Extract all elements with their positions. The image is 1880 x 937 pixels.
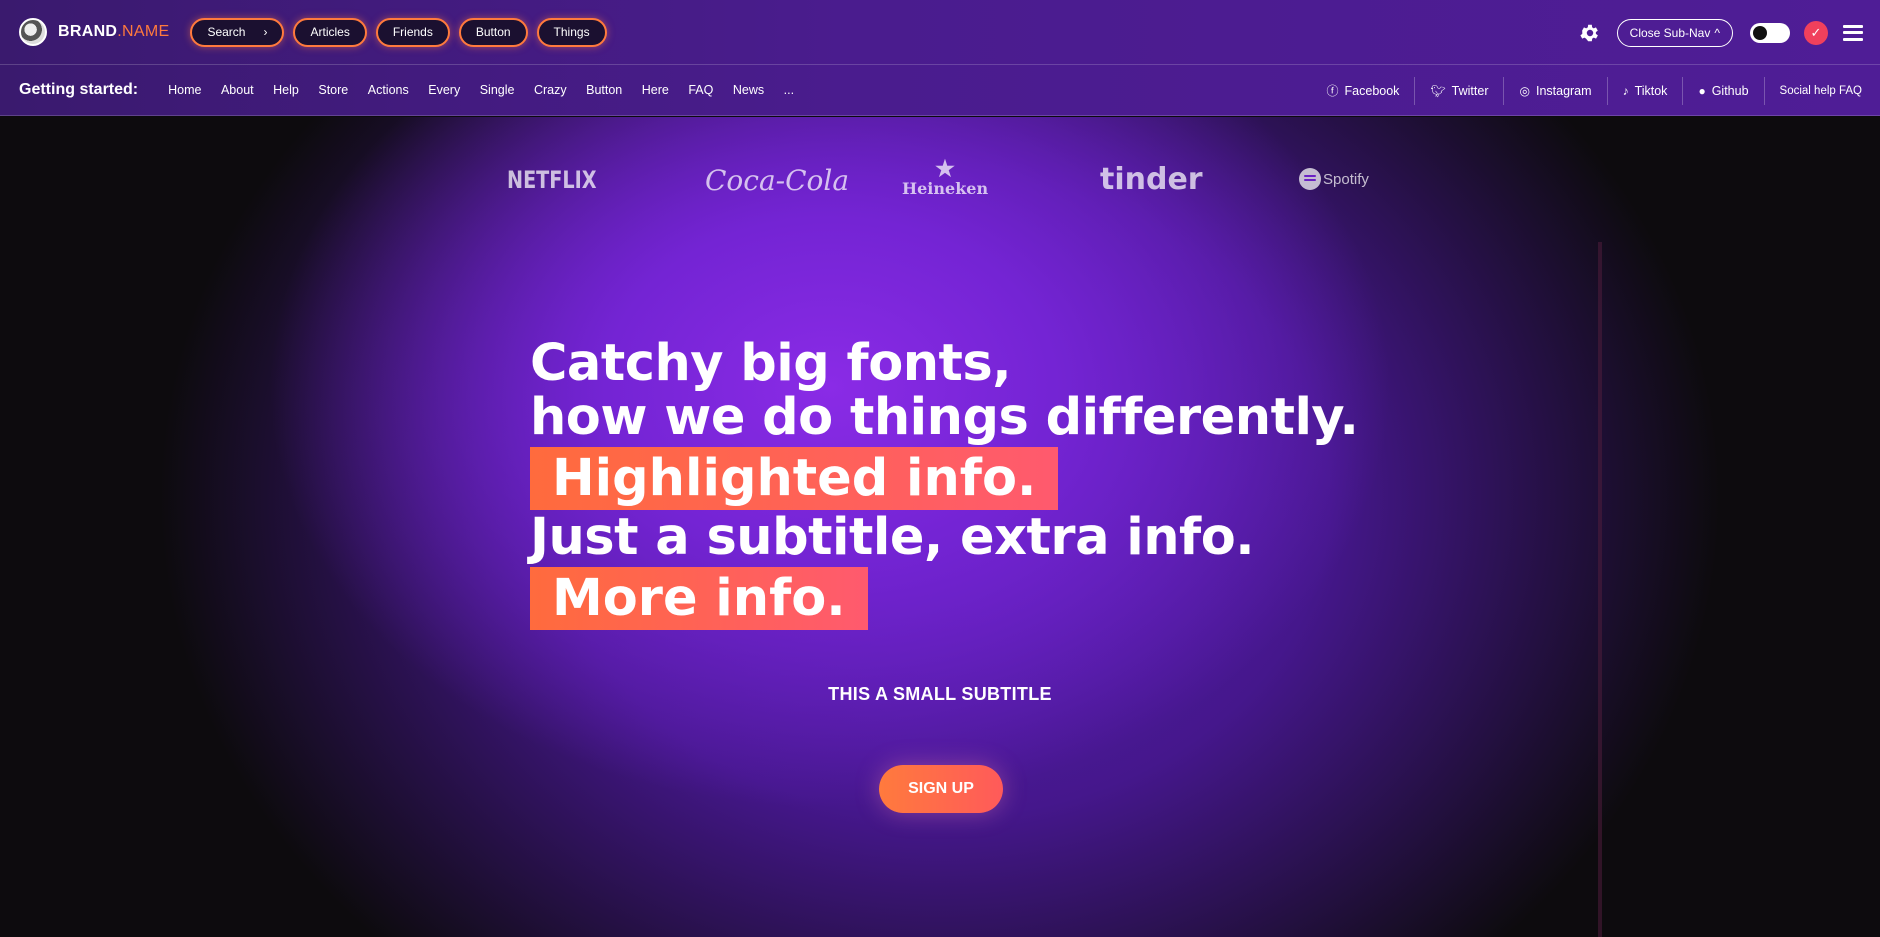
subnav-link-home[interactable]: Home	[168, 83, 201, 97]
close-subnav-button[interactable]: Close Sub-Nav ^	[1616, 18, 1733, 47]
tiktok-link[interactable]: ♪ Tiktok	[1608, 76, 1684, 105]
subnav-link-news[interactable]: News	[733, 83, 764, 97]
instagram-label: Instagram	[1535, 83, 1592, 98]
subnav-link-crazy[interactable]: Crazy	[534, 83, 567, 97]
subnav-link-faq[interactable]: FAQ	[688, 83, 713, 97]
sign-up-button[interactable]: SIGN UP	[879, 765, 1003, 813]
headline-highlight-2: More info.	[530, 567, 868, 630]
github-link[interactable]: ● Github	[1683, 76, 1765, 105]
hamburger-menu-icon[interactable]	[1843, 24, 1863, 41]
facebook-link[interactable]: ⓕ Facebook	[1312, 76, 1416, 105]
headline-line-3: Just a subtitle, extra info.	[530, 508, 1255, 567]
button-pill-label: Button	[475, 25, 511, 39]
friends-pill-label: Friends	[392, 25, 433, 39]
subnav-link-button[interactable]: Button	[586, 83, 622, 97]
check-icon[interactable]: ✓	[1804, 20, 1828, 45]
subnav-link-more[interactable]: ...	[784, 83, 794, 97]
facebook-label: Facebook	[1344, 83, 1400, 98]
cocacola-logo: Coca-Cola	[705, 164, 850, 197]
gear-icon[interactable]	[1579, 22, 1601, 44]
subnav-link-about[interactable]: About	[221, 83, 254, 97]
tinder-logo: tinder	[1100, 162, 1203, 197]
top-right-controls: Close Sub-Nav ^ ✓	[1579, 0, 1880, 65]
github-icon: ●	[1698, 83, 1706, 98]
friends-pill-button[interactable]: Friends	[375, 17, 450, 47]
facebook-icon: ⓕ	[1326, 84, 1339, 98]
twitter-icon: 🐦︎	[1430, 83, 1446, 98]
star-icon: ★	[935, 156, 955, 182]
toggle-knob	[1753, 25, 1767, 40]
spotify-logo-text: Spotify	[1323, 170, 1369, 188]
headline-line-1: Catchy big fonts,	[530, 334, 1012, 393]
subnav-title: Getting started:	[19, 81, 139, 98]
button-pill-button[interactable]: Button	[458, 17, 528, 47]
subnav-link-actions[interactable]: Actions	[368, 83, 409, 97]
twitter-link[interactable]: 🐦︎ Twitter	[1415, 76, 1505, 105]
brand-name: BRAND.NAME	[58, 23, 169, 41]
social-help-faq-link[interactable]: Social help FAQ	[1765, 77, 1880, 105]
theme-toggle[interactable]	[1750, 22, 1790, 43]
subnav-link-every[interactable]: Every	[428, 83, 460, 97]
subnav-links: Home About Help Store Actions Every Sing…	[168, 83, 813, 97]
heineken-logo-text: Heineken	[902, 179, 989, 198]
github-label: Github	[1711, 83, 1749, 98]
headline-highlight-1: Highlighted info.	[530, 447, 1059, 510]
avatar	[19, 18, 47, 46]
tiktok-icon: ♪	[1622, 83, 1629, 98]
articles-pill-button[interactable]: Articles	[293, 17, 367, 47]
hero-section: NETFLIX Coca-Cola ★ Heineken tinder Spot…	[0, 117, 1880, 937]
things-pill-label: Things	[553, 25, 590, 39]
search-pill-label: Search	[207, 25, 246, 39]
brand-name-main: BRAND	[58, 23, 118, 40]
hero-headline: Catchy big fonts, how we do things diffe…	[530, 334, 1359, 631]
headline-line-2: how we do things differently.	[530, 388, 1359, 447]
chevron-up-icon: ^	[1714, 25, 1720, 40]
top-navbar: BRAND.NAME Search › Articles Friends But…	[0, 0, 1880, 65]
brand-name-suffix: .NAME	[117, 23, 170, 40]
instagram-link[interactable]: ◎ Instagram	[1504, 76, 1608, 105]
partner-logos: NETFLIX Coca-Cola ★ Heineken tinder Spot…	[0, 158, 1880, 208]
twitter-label: Twitter	[1451, 83, 1489, 98]
subnav-link-store[interactable]: Store	[318, 83, 348, 97]
spotify-icon	[1299, 168, 1321, 190]
netflix-logo: NETFLIX	[507, 166, 597, 194]
social-links: ⓕ Facebook 🐦︎ Twitter ◎ Instagram ♪ Tiktok ●…	[1312, 65, 1880, 116]
hero-small-subtitle: THIS A SMALL SUBTITLE	[828, 684, 1052, 704]
close-subnav-label: Close Sub-Nav	[1629, 25, 1711, 40]
chevron-right-icon: ›	[263, 25, 268, 39]
subnav-link-single[interactable]: Single	[480, 83, 515, 97]
search-pill-button[interactable]: Search ›	[190, 17, 285, 47]
top-pill-buttons: Search › Articles Friends Button Things	[190, 17, 607, 47]
things-pill-button[interactable]: Things	[536, 17, 607, 47]
brand-logo[interactable]: BRAND.NAME	[19, 18, 169, 46]
subnav-link-help[interactable]: Help	[273, 83, 299, 97]
heineken-logo: ★ Heineken	[902, 158, 988, 198]
articles-pill-label: Articles	[310, 25, 350, 39]
sub-navbar: Getting started: Home About Help Store A…	[0, 65, 1880, 116]
tiktok-label: Tiktok	[1634, 83, 1668, 98]
instagram-icon: ◎	[1519, 83, 1530, 98]
spotify-logo: Spotify	[1299, 168, 1369, 190]
subnav-link-here[interactable]: Here	[642, 83, 669, 97]
